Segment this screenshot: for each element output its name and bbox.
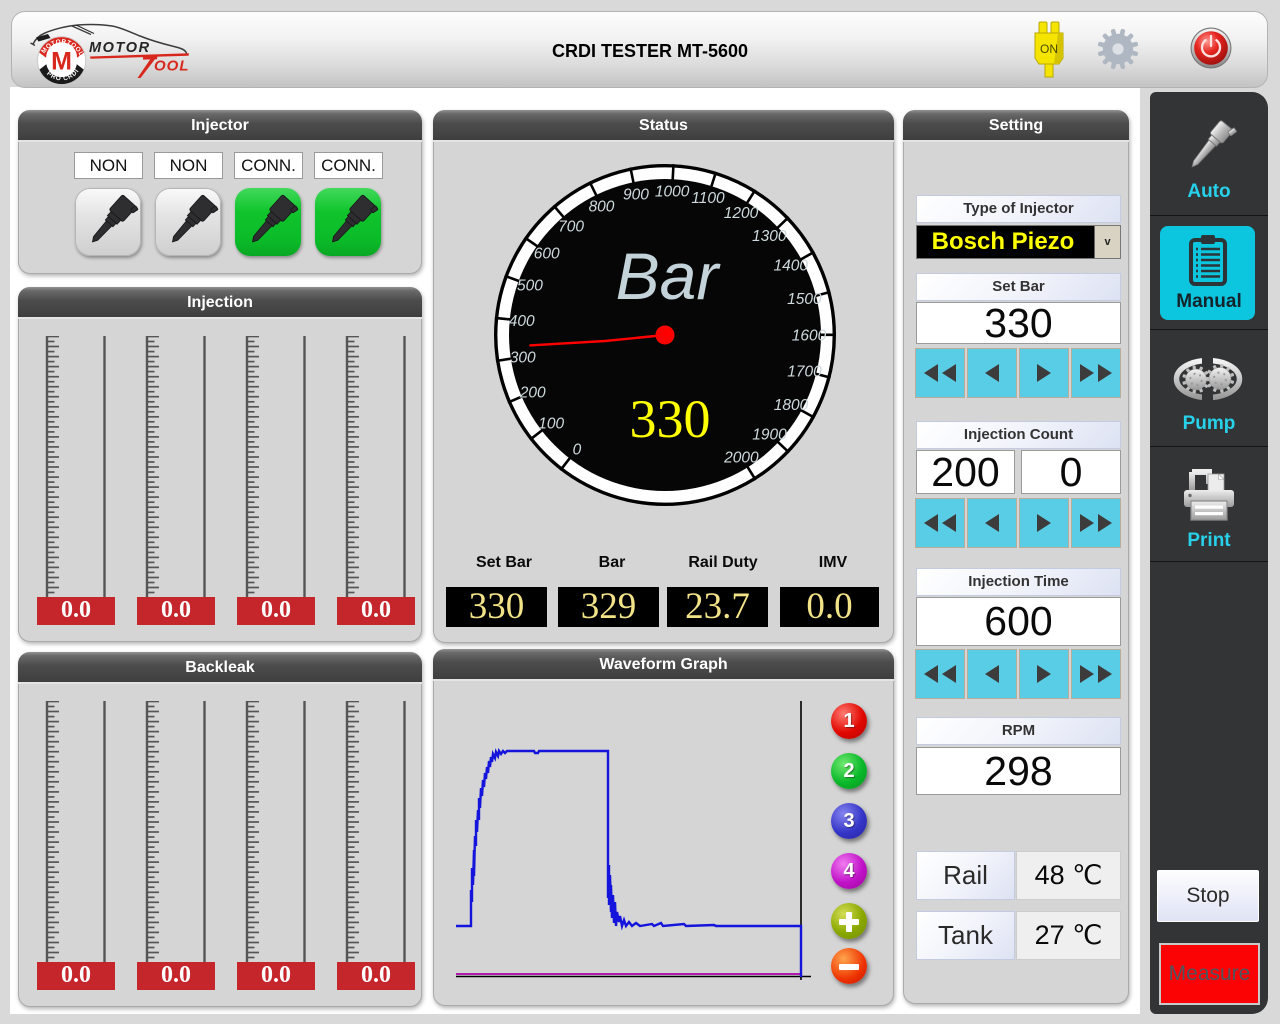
svg-text:100: 100 — [538, 416, 564, 433]
svg-text:1800: 1800 — [774, 397, 809, 414]
svg-text:OOL: OOL — [154, 58, 190, 75]
svg-text:200: 200 — [519, 384, 546, 401]
svg-text:M: M — [51, 48, 72, 76]
svg-text:900: 900 — [623, 187, 649, 204]
svg-text:Bar: Bar — [616, 239, 722, 313]
svg-text:400: 400 — [509, 313, 535, 330]
svg-text:700: 700 — [558, 218, 584, 235]
svg-text:1300: 1300 — [752, 228, 787, 245]
svg-text:1400: 1400 — [774, 258, 809, 275]
svg-text:1500: 1500 — [787, 291, 822, 308]
svg-text:330: 330 — [630, 389, 711, 449]
svg-text:1700: 1700 — [787, 363, 822, 380]
svg-text:1000: 1000 — [655, 184, 690, 201]
svg-text:1200: 1200 — [724, 205, 759, 222]
svg-text:1100: 1100 — [691, 190, 725, 207]
svg-text:500: 500 — [517, 278, 543, 295]
svg-text:ON: ON — [1040, 42, 1058, 56]
svg-text:2000: 2000 — [723, 450, 759, 467]
svg-text:1600: 1600 — [792, 327, 827, 344]
svg-text:800: 800 — [589, 198, 615, 215]
svg-text:300: 300 — [510, 349, 536, 366]
svg-text:1900: 1900 — [752, 427, 787, 444]
svg-text:0: 0 — [573, 441, 582, 458]
svg-text:MOTOR: MOTOR — [89, 40, 151, 56]
svg-text:600: 600 — [534, 245, 560, 262]
